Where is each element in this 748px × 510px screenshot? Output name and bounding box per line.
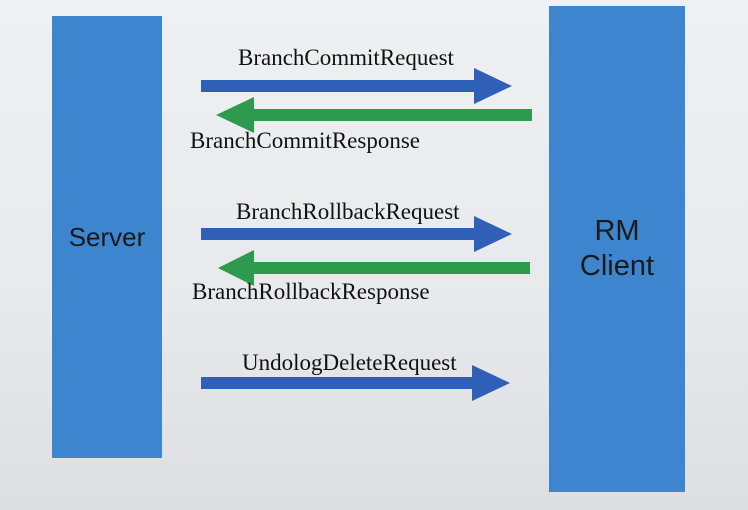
message-arrow-branch-commit-request <box>201 68 512 104</box>
message-arrows <box>201 68 532 401</box>
message-label-branch-rollback-request: BranchRollbackRequest <box>236 199 460 224</box>
message-label-undolog-delete-request: UndologDeleteRequest <box>242 350 457 375</box>
message-label-branch-commit-response: BranchCommitResponse <box>190 128 420 153</box>
message-label-branch-commit-request: BranchCommitRequest <box>238 45 454 70</box>
message-label-branch-rollback-response: BranchRollbackResponse <box>192 279 430 304</box>
